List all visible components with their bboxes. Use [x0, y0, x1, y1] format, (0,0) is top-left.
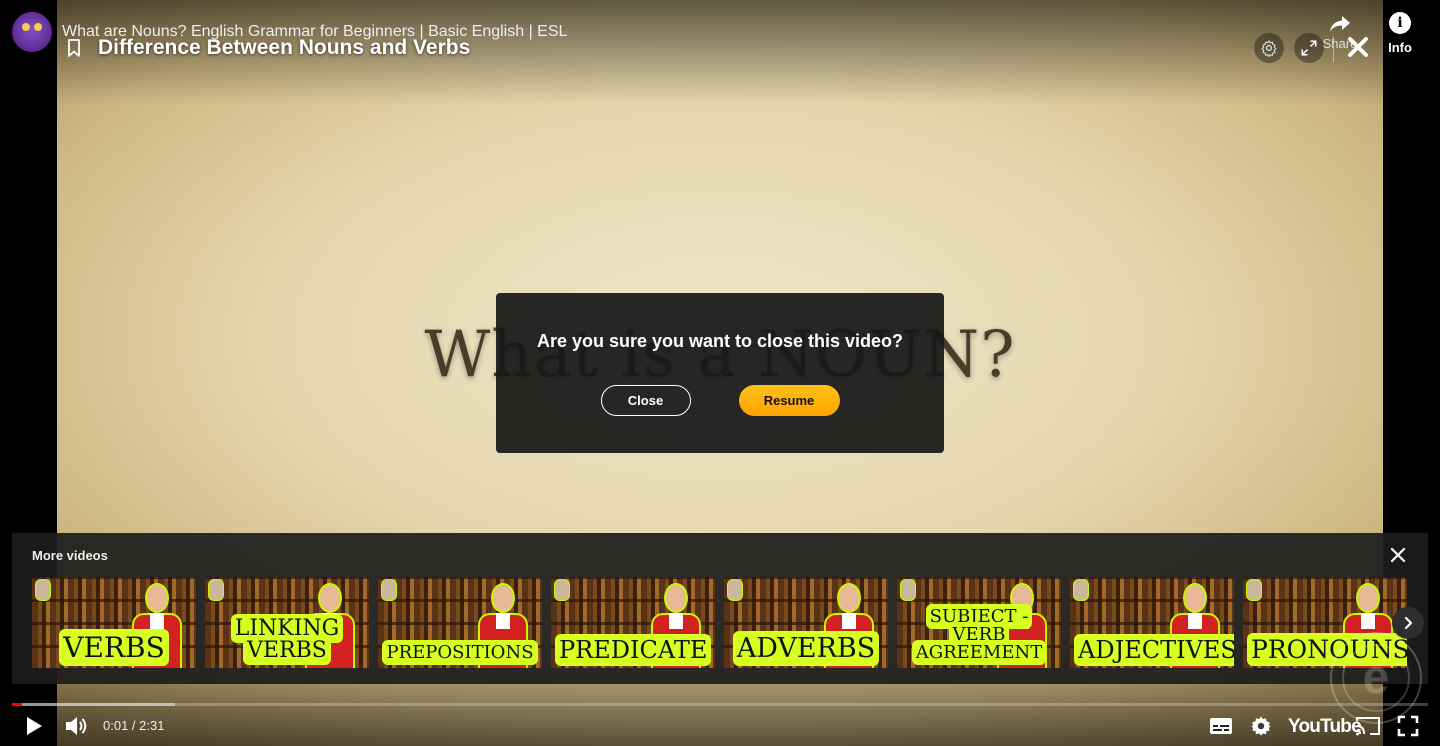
channel-watermark[interactable]: [1330, 632, 1422, 724]
thumbnail-label: VERBS: [36, 629, 192, 666]
shakespeare-bust-image: [381, 579, 397, 601]
dialog-actions: Close Resume: [496, 385, 944, 416]
subtitles-button[interactable]: [1209, 714, 1233, 738]
shakespeare-bust-image: [727, 579, 743, 601]
thumbnail-label: ADVERBS: [728, 631, 884, 666]
volume-button[interactable]: [64, 714, 90, 738]
thumbnail-label: ADJECTIVES: [1074, 634, 1234, 666]
info-button[interactable]: i Info: [1382, 12, 1418, 55]
close-confirm-dialog: Are you sure you want to close this vide…: [496, 293, 944, 453]
shakespeare-bust-image: [35, 579, 51, 601]
more-videos-panel: More videos VERBS LINKING VERBS PREPOSITIO…: [12, 533, 1428, 684]
share-arrow-icon: [1330, 16, 1350, 32]
cast-icon: [1356, 717, 1380, 736]
thumbnail-label: LINKING VERBS: [209, 614, 365, 665]
scroll-right-button[interactable]: [1392, 607, 1424, 639]
dialog-question: Are you sure you want to close this vide…: [536, 331, 904, 351]
video-thumbnail[interactable]: LINKING VERBS: [205, 577, 369, 668]
dialog-close-button[interactable]: Close: [600, 385, 691, 416]
chevron-right-icon: [1404, 616, 1413, 630]
youtube-logo[interactable]: YouTube: [1288, 716, 1362, 738]
video-thumbnail[interactable]: ADJECTIVES: [1070, 577, 1234, 668]
progress-played: [12, 703, 22, 706]
shakespeare-bust-image: [900, 579, 916, 601]
shakespeare-bust-image: [554, 579, 570, 601]
channel-avatar[interactable]: [12, 12, 52, 52]
progress-loaded: [12, 703, 175, 706]
more-videos-title: More videos: [32, 548, 108, 563]
progress-bar[interactable]: [12, 703, 1428, 706]
overlay-title: Difference Between Nouns and Verbs: [98, 36, 471, 59]
shakespeare-bust-image: [208, 579, 224, 601]
play-icon: [27, 717, 42, 735]
more-videos-close-icon[interactable]: [1388, 545, 1408, 565]
time-display: 0:01 / 2:31: [103, 718, 165, 733]
settings-button[interactable]: [1250, 714, 1272, 738]
video-thumbnail[interactable]: ADVERBS: [724, 577, 888, 668]
video-thumbnail[interactable]: PREPOSITIONS: [378, 577, 542, 668]
info-label: Info: [1388, 40, 1412, 55]
top-divider: [1333, 36, 1334, 62]
video-thumbnail[interactable]: PREDICATE: [551, 577, 715, 668]
info-icon: i: [1389, 12, 1411, 34]
play-button[interactable]: [24, 714, 44, 738]
fullscreen-button[interactable]: [1397, 714, 1419, 738]
shakespeare-bust-image: [1073, 579, 1089, 601]
subtitles-icon: [1210, 718, 1232, 734]
settings-gear-button[interactable]: [1254, 33, 1284, 63]
volume-icon: [66, 717, 87, 735]
video-thumbnail[interactable]: VERBS: [32, 577, 196, 668]
fullscreen-icon: [1397, 715, 1419, 737]
thumbnail-label: PREPOSITIONS: [382, 640, 538, 665]
cast-button[interactable]: [1355, 714, 1381, 738]
bookmark-icon[interactable]: [64, 38, 84, 58]
gear-icon: [1261, 40, 1277, 57]
more-videos-list: VERBS LINKING VERBS PREPOSITIONS PREDICATE A…: [32, 577, 1407, 668]
settings-gear-icon: [1251, 716, 1271, 736]
shakespeare-bust-image: [1246, 579, 1262, 601]
close-video-icon[interactable]: [1343, 32, 1373, 62]
video-thumbnail[interactable]: SUBJECT - VERB AGREEMENT: [897, 577, 1061, 668]
expand-arrows-icon: [1301, 40, 1317, 56]
thumbnail-label: PREDICATE: [555, 634, 712, 666]
dialog-resume-button[interactable]: Resume: [738, 385, 840, 416]
thumbnail-label: SUBJECT - VERB AGREEMENT: [901, 604, 1057, 665]
